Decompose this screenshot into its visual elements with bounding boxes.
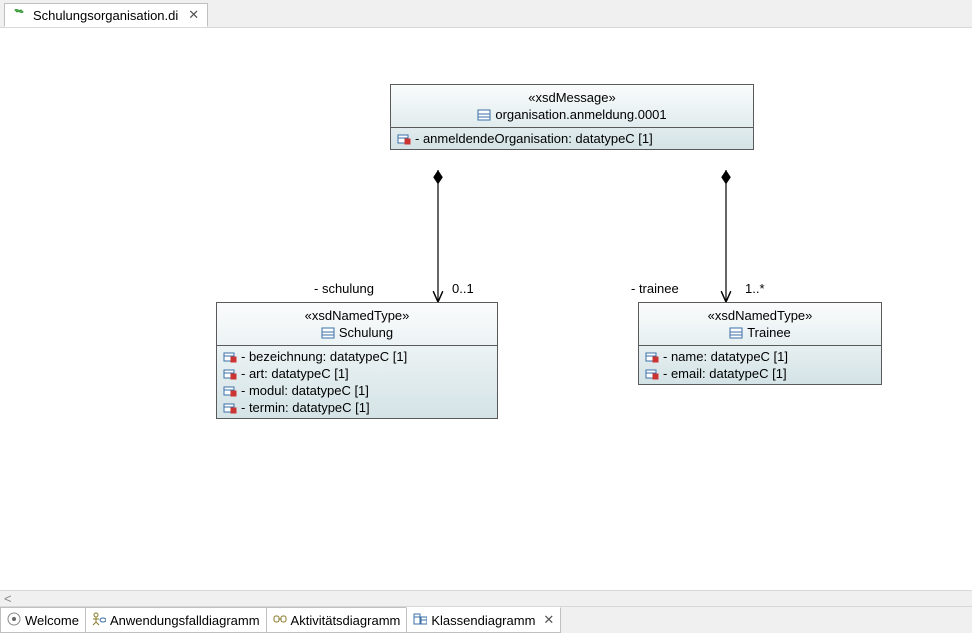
class-name: organisation.anmeldung.0001 bbox=[495, 107, 666, 122]
classdiagram-icon bbox=[413, 612, 427, 629]
editor-tab-label: Schulungsorganisation.di bbox=[33, 8, 178, 23]
attribute-icon bbox=[223, 384, 237, 398]
tab-label: Aktivitätsdiagramm bbox=[291, 613, 401, 628]
attribute-icon bbox=[223, 350, 237, 364]
stereotype-label: «xsdNamedType» bbox=[708, 308, 813, 323]
assoc-mult-trainee: 1..* bbox=[745, 281, 765, 296]
class-icon bbox=[477, 108, 491, 122]
class-icon bbox=[321, 326, 335, 340]
horizontal-scrollbar[interactable]: < bbox=[0, 590, 972, 606]
attribute-label: - anmeldendeOrganisation: datatypeC [1] bbox=[415, 131, 653, 146]
attribute-icon bbox=[223, 367, 237, 381]
view-tab-bar: Welcome Anwendungsfalldiagramm Aktivität… bbox=[0, 606, 972, 633]
stereotype-label: «xsdMessage» bbox=[528, 90, 615, 105]
uml-class-schulung[interactable]: «xsdNamedType» Schulung - bezeichnung: d… bbox=[216, 302, 498, 419]
assoc-role-schulung: - schulung bbox=[314, 281, 374, 296]
usecase-icon bbox=[92, 612, 106, 629]
attribute-label: - termin: datatypeC [1] bbox=[241, 400, 370, 415]
uml-class-message[interactable]: «xsdMessage» organisation.anmeldung.0001… bbox=[390, 84, 754, 150]
attribute-label: - bezeichnung: datatypeC [1] bbox=[241, 349, 407, 364]
tab-label: Welcome bbox=[25, 613, 79, 628]
activity-icon bbox=[273, 612, 287, 629]
attribute-icon bbox=[645, 350, 659, 364]
tab-label: Anwendungsfalldiagramm bbox=[110, 613, 260, 628]
tab-label: Klassendiagramm bbox=[431, 613, 535, 628]
assoc-role-trainee: - trainee bbox=[631, 281, 679, 296]
stereotype-label: «xsdNamedType» bbox=[305, 308, 410, 323]
attribute-label: - modul: datatypeC [1] bbox=[241, 383, 369, 398]
class-icon bbox=[729, 326, 743, 340]
attribute-icon bbox=[645, 367, 659, 381]
diagram-canvas[interactable]: - schulung 0..1 - trainee 1..* «xsdMessa… bbox=[0, 28, 972, 590]
close-icon[interactable]: ✕ bbox=[543, 612, 554, 628]
editor-tab-active[interactable]: Schulungsorganisation.di ✕ bbox=[4, 3, 208, 27]
tab-klassendiagramm[interactable]: Klassendiagramm ✕ bbox=[406, 607, 561, 633]
attribute-label: - email: datatypeC [1] bbox=[663, 366, 787, 381]
welcome-icon bbox=[7, 612, 21, 629]
editor-tab-bar: Schulungsorganisation.di ✕ bbox=[0, 0, 972, 28]
assoc-mult-schulung: 0..1 bbox=[452, 281, 474, 296]
attribute-label: - name: datatypeC [1] bbox=[663, 349, 788, 364]
class-name: Schulung bbox=[339, 325, 393, 340]
tab-anwendungsfalldiagramm[interactable]: Anwendungsfalldiagramm bbox=[85, 607, 267, 633]
attribute-label: - art: datatypeC [1] bbox=[241, 366, 349, 381]
attribute-icon bbox=[223, 401, 237, 415]
close-icon[interactable]: ✕ bbox=[188, 7, 199, 23]
class-name: Trainee bbox=[747, 325, 791, 340]
tab-welcome[interactable]: Welcome bbox=[0, 607, 86, 633]
file-icon bbox=[13, 8, 27, 22]
tab-aktivitaetsdiagramm[interactable]: Aktivitätsdiagramm bbox=[266, 607, 408, 633]
uml-class-trainee[interactable]: «xsdNamedType» Trainee - name: datatypeC… bbox=[638, 302, 882, 385]
scroll-left-icon[interactable]: < bbox=[4, 591, 12, 606]
attribute-icon bbox=[397, 132, 411, 146]
